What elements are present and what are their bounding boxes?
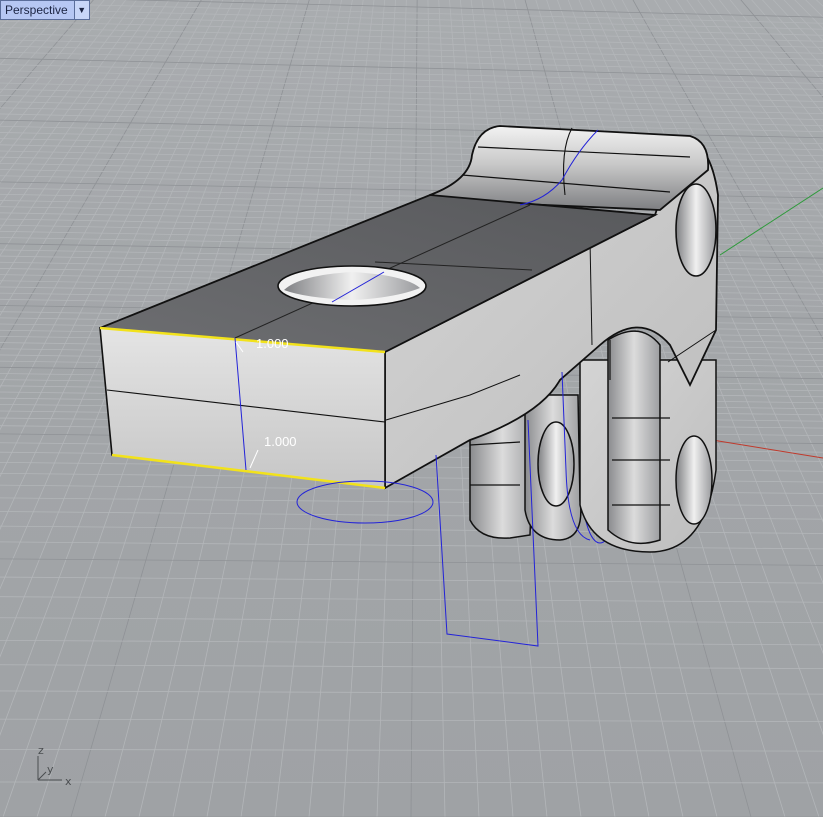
- x-axis-line: [699, 437, 823, 459]
- grid-line: [0, 525, 823, 534]
- viewport-title-tab[interactable]: Perspective ▼: [0, 0, 90, 20]
- grid-line: [0, 617, 823, 624]
- dropdown-arrow-icon[interactable]: ▼: [73, 1, 89, 19]
- grid-line: [0, 45, 823, 66]
- viewport-name[interactable]: Perspective: [1, 1, 74, 19]
- grid-line: [0, 664, 823, 670]
- dimension-height[interactable]: 1.000: [264, 434, 297, 449]
- dimension-edge-length[interactable]: 1.000: [256, 336, 289, 351]
- viewport-scene[interactable]: 1.000 1.000: [0, 0, 823, 817]
- grid-line: [0, 64, 823, 84]
- grid-line: [0, 781, 823, 784]
- grid-line: [0, 639, 823, 646]
- grid-line: [0, 8, 823, 30]
- grid-line: [0, 20, 823, 42]
- perspective-viewport[interactable]: 1.000 1.000 Perspective ▼ z y x: [0, 0, 823, 817]
- lug-hole-left: [537, 421, 575, 507]
- grid-line: [0, 0, 98, 817]
- grid-line: [0, 2, 823, 24]
- upper-right-hole: [675, 183, 717, 277]
- grid-line: [0, 57, 823, 78]
- grid-line: [0, 596, 823, 603]
- axis-label-x: x: [65, 775, 72, 788]
- axis-indicator: z y x: [37, 744, 72, 788]
- axis-label-y: y: [47, 763, 54, 776]
- grid-line: [0, 690, 823, 695]
- lug-hole-right: [675, 435, 713, 525]
- grid-line: [0, 26, 823, 48]
- grid-line: [0, 576, 823, 584]
- axis-label-z: z: [38, 744, 44, 757]
- top-face-hole[interactable]: [277, 265, 427, 307]
- grid-line: [0, 558, 823, 566]
